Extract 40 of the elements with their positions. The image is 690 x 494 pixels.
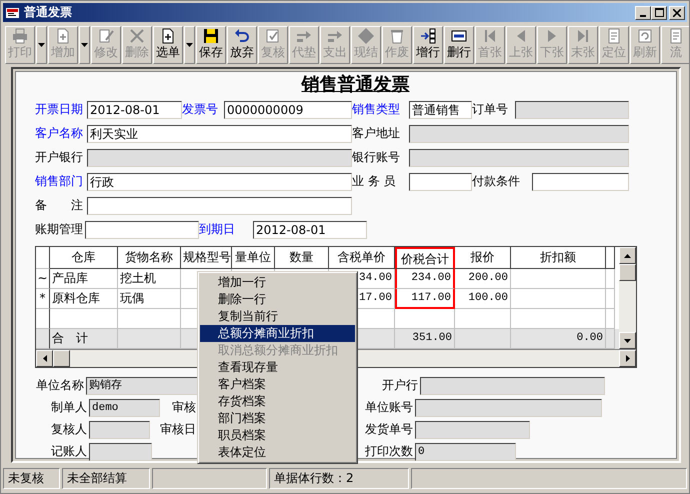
field-label: 审核日	[159, 421, 197, 438]
field-label: 客户地址	[352, 125, 401, 142]
field-label: 单位账号	[364, 399, 414, 416]
total-cell: 351.00	[395, 329, 455, 349]
table-cell: 挖土机	[118, 269, 181, 289]
field-label: 付款条件	[472, 173, 521, 190]
field-label: 销售类型	[352, 101, 401, 118]
field-label: 发票号	[182, 101, 219, 118]
field-label: 账期管理	[35, 221, 84, 238]
field-label: 银行账号	[352, 149, 401, 166]
field-label: 备 注	[35, 197, 84, 214]
field-label: 业 务 员	[352, 173, 397, 190]
field-label: 销售部门	[35, 173, 84, 190]
table-cell: 原料仓库	[50, 289, 118, 309]
field-label: 记账人	[50, 443, 88, 460]
status-cell: 未全部结算	[62, 468, 150, 489]
field-label: 打印次数	[364, 443, 414, 460]
field-label: 开户行	[381, 377, 419, 394]
table-cell: 玩偶	[118, 289, 181, 309]
field-label: 单位名称	[35, 377, 85, 394]
total-cell: 0.00	[511, 329, 606, 349]
table-cell: 234.00	[395, 269, 455, 289]
field-label: 制单人	[50, 399, 88, 416]
field-label: 订单号	[472, 101, 509, 118]
field-label: 复核人	[50, 421, 88, 438]
field-label: 开户银行	[35, 149, 84, 166]
table-cell: 产品库	[50, 269, 118, 289]
table-cell: 100.00	[455, 289, 511, 309]
total-cell: 合 计	[50, 329, 118, 349]
field-label: 到期日	[199, 221, 236, 238]
field-label: 发货单号	[364, 421, 414, 438]
status-cell: 单据体行数：2	[269, 468, 409, 489]
table-cell: 200.00	[455, 269, 511, 289]
table-cell: 117.00	[395, 289, 455, 309]
status-cell: 未复核	[3, 468, 60, 489]
field-label: 客户名称	[35, 125, 84, 142]
field-label: 审核	[171, 399, 197, 416]
window-title: 普通发票	[24, 4, 72, 21]
field-label: 开票日期	[35, 101, 84, 118]
form-title: 销售普通发票	[300, 74, 410, 96]
